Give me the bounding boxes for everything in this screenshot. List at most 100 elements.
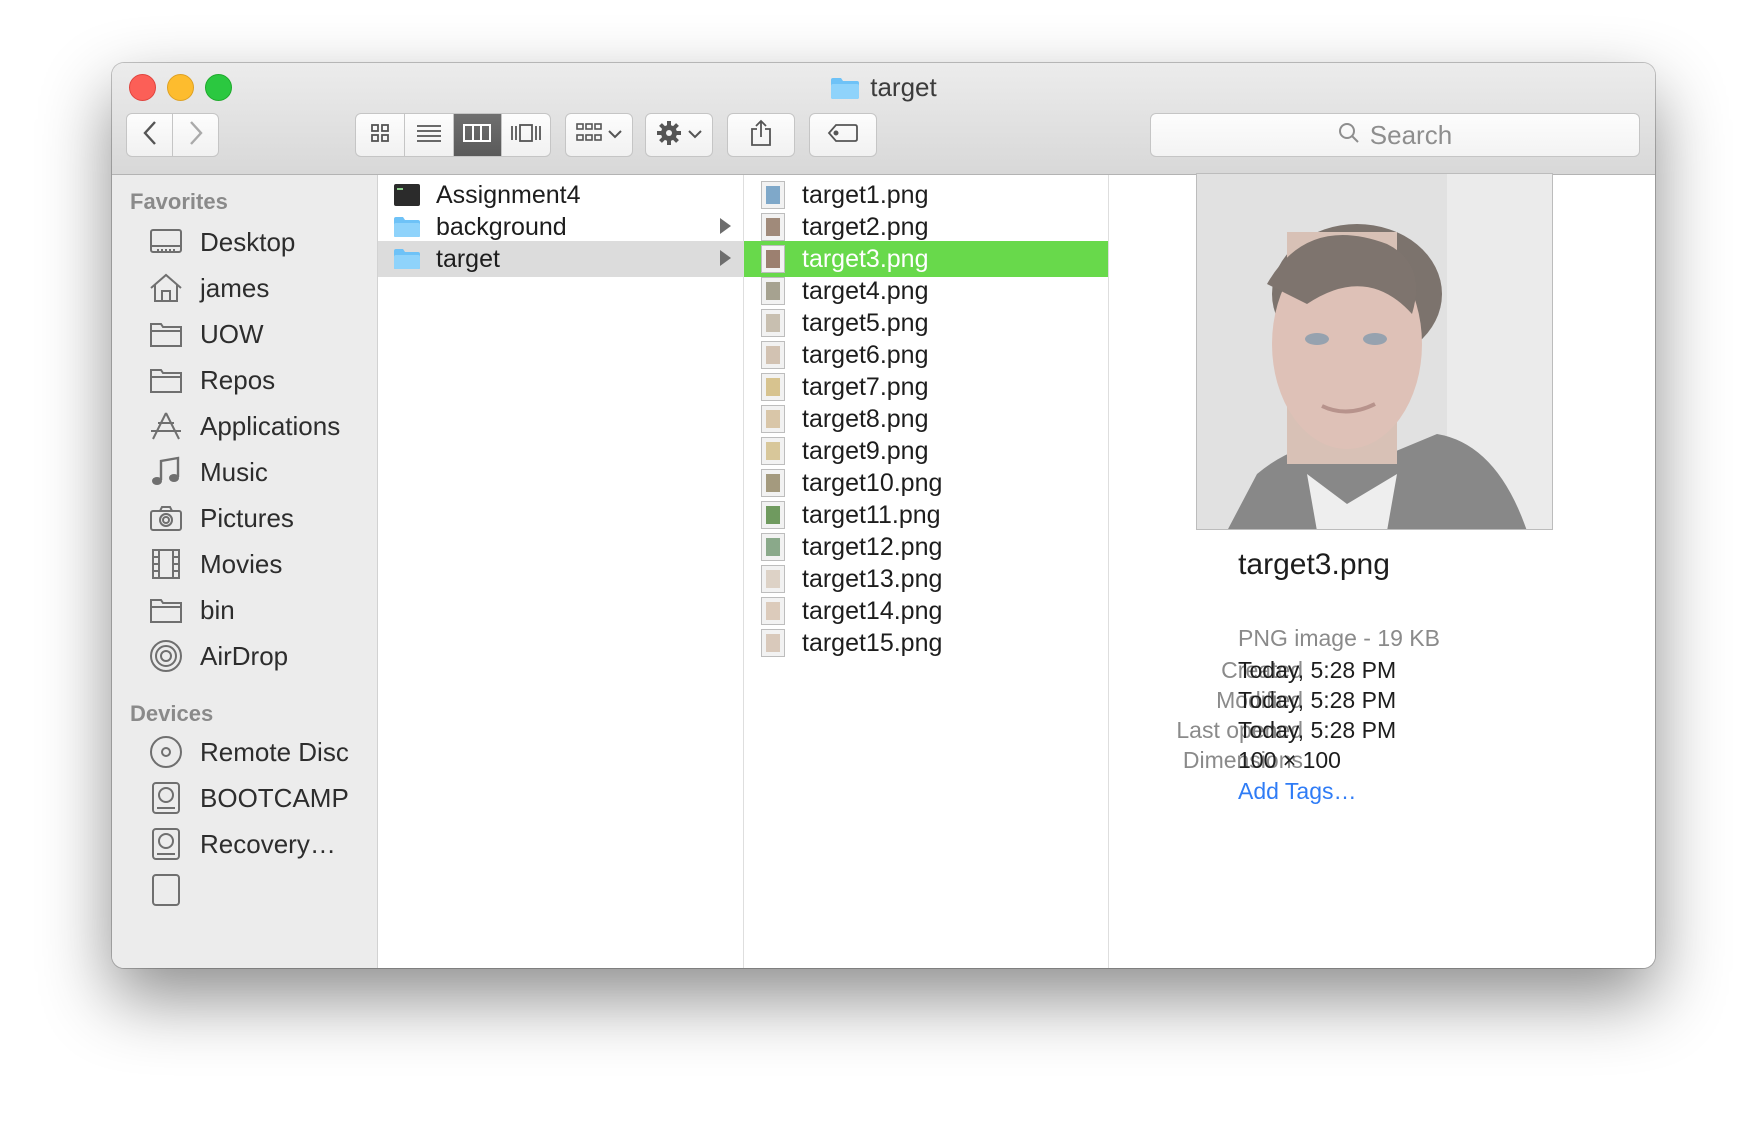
- share-button[interactable]: [727, 113, 795, 157]
- list-item-label: target10.png: [802, 468, 943, 497]
- list-item-file[interactable]: target15.png: [744, 625, 1108, 661]
- folder-icon: [146, 590, 186, 630]
- favorites-header: Favorites: [130, 189, 228, 214]
- list-item-file-selected[interactable]: target3.png: [744, 241, 1108, 277]
- sidebar-item-label: Movies: [200, 548, 283, 579]
- sidebar-item-label: james: [200, 272, 270, 303]
- image-thumbnail-icon: [758, 276, 788, 306]
- column-view-button[interactable]: [453, 114, 503, 156]
- list-item-file[interactable]: target11.png: [744, 497, 1108, 533]
- airdrop-icon: [146, 636, 186, 676]
- list-item-label: target9.png: [802, 436, 929, 465]
- list-item-file[interactable]: target6.png: [744, 337, 1108, 373]
- folder-icon: [146, 360, 186, 400]
- image-thumbnail-icon: [758, 596, 788, 626]
- sidebar-item-label: UOW: [200, 318, 264, 349]
- search-field[interactable]: Search: [1150, 113, 1640, 157]
- sidebar-item-label: Applications: [200, 410, 341, 441]
- meta-row-created: Created Today, 5:28 PM: [1073, 657, 1555, 687]
- image-thumbnail-icon: [758, 404, 788, 434]
- list-item-file[interactable]: target5.png: [744, 305, 1108, 341]
- forward-button[interactable]: [173, 114, 218, 156]
- sidebar-item-label: Desktop: [200, 226, 296, 257]
- sidebar-item-desktop[interactable]: Desktop: [112, 219, 377, 265]
- list-item-background[interactable]: background: [378, 209, 743, 245]
- list-item-file[interactable]: target12.png: [744, 529, 1108, 565]
- sidebar-item-recovery[interactable]: Recovery…: [112, 821, 377, 867]
- sidebar-item-label: Music: [200, 456, 268, 487]
- sidebar-item-remote-disc[interactable]: Remote Disc: [112, 729, 377, 775]
- image-thumbnail-icon: [758, 244, 788, 274]
- sidebar-item-applications[interactable]: Applications: [112, 403, 377, 449]
- list-item-label: target: [436, 244, 500, 273]
- toolbar: target Search: [112, 63, 1655, 175]
- gear-icon: [656, 120, 682, 151]
- applications-icon: [146, 406, 186, 446]
- image-thumbnail-icon: [758, 212, 788, 242]
- image-thumbnail-icon: [758, 308, 788, 338]
- list-item-label: target7.png: [802, 372, 929, 401]
- sidebar-item-label: Repos: [200, 364, 276, 395]
- camera-icon: [146, 498, 186, 538]
- list-view-button[interactable]: [405, 114, 454, 156]
- sidebar-item-airdrop[interactable]: AirDrop: [112, 633, 377, 679]
- list-item-file[interactable]: target8.png: [744, 401, 1108, 437]
- sidebar-item-bootcamp[interactable]: BOOTCAMP: [112, 775, 377, 821]
- list-item-file[interactable]: target13.png: [744, 561, 1108, 597]
- sidebar-item-pictures[interactable]: Pictures: [112, 495, 377, 541]
- chevron-down-icon: [608, 126, 622, 144]
- image-thumbnail-icon: [758, 532, 788, 562]
- disclosure-arrow-icon: [720, 250, 731, 266]
- list-item-file[interactable]: target1.png: [744, 177, 1108, 213]
- list-item-label: target4.png: [802, 276, 929, 305]
- list-icon: [416, 123, 442, 148]
- meta-row-dimensions: Dimensions 100 × 100: [1073, 747, 1555, 777]
- list-item-file[interactable]: target10.png: [744, 465, 1108, 501]
- image-thumbnail-icon: [758, 500, 788, 530]
- sidebar-item-movies[interactable]: Movies: [112, 541, 377, 587]
- list-item-label: target13.png: [802, 564, 943, 593]
- preview-image: [1196, 173, 1553, 530]
- meta-value: Today, 5:28 PM: [1238, 657, 1397, 683]
- sidebar-item-partial[interactable]: [112, 867, 377, 913]
- sidebar-item-label: Recovery…: [200, 828, 336, 859]
- list-item-label: background: [436, 212, 567, 241]
- edit-tags-button[interactable]: [809, 113, 877, 157]
- chevron-left-icon: [142, 120, 158, 151]
- list-item-file[interactable]: target4.png: [744, 273, 1108, 309]
- folder-icon: [392, 212, 422, 242]
- sidebar-item-bin[interactable]: bin: [112, 587, 377, 633]
- meta-value: Today, 5:28 PM: [1238, 717, 1397, 743]
- image-thumbnail-icon: [758, 564, 788, 594]
- list-item-label: target5.png: [802, 308, 929, 337]
- sidebar-item-james[interactable]: james: [112, 265, 377, 311]
- action-button[interactable]: [645, 113, 713, 157]
- list-item-label: target14.png: [802, 596, 943, 625]
- icon-view-button[interactable]: [356, 114, 405, 156]
- sidebar-item-repos[interactable]: Repos: [112, 357, 377, 403]
- folder-icon: [392, 244, 422, 274]
- list-item-file[interactable]: target7.png: [744, 369, 1108, 405]
- tag-icon: [827, 123, 859, 148]
- cover-flow-button[interactable]: [502, 114, 550, 156]
- browser-column-1: Assignment4 background target: [378, 175, 744, 968]
- search-icon: [1338, 120, 1360, 151]
- list-item-file[interactable]: target2.png: [744, 209, 1108, 245]
- list-item-file[interactable]: target14.png: [744, 593, 1108, 629]
- chevron-down-icon: [688, 126, 702, 144]
- sidebar-item-music[interactable]: Music: [112, 449, 377, 495]
- list-item-label: target2.png: [802, 212, 929, 241]
- window-title-text: target: [870, 72, 937, 102]
- meta-value: Today, 5:28 PM: [1238, 687, 1397, 713]
- list-item-file[interactable]: target9.png: [744, 433, 1108, 469]
- music-icon: [146, 452, 186, 492]
- group-button[interactable]: [565, 113, 633, 157]
- devices-header: Devices: [130, 701, 214, 726]
- image-thumbnail-icon: [758, 436, 788, 466]
- add-tags-link[interactable]: Add Tags…: [1238, 778, 1356, 805]
- list-item-assignment4[interactable]: Assignment4: [378, 177, 743, 213]
- sidebar-item-uow[interactable]: UOW: [112, 311, 377, 357]
- list-item-target[interactable]: target: [378, 241, 743, 277]
- back-button[interactable]: [127, 114, 173, 156]
- preview-filename: target3.png: [1238, 548, 1390, 581]
